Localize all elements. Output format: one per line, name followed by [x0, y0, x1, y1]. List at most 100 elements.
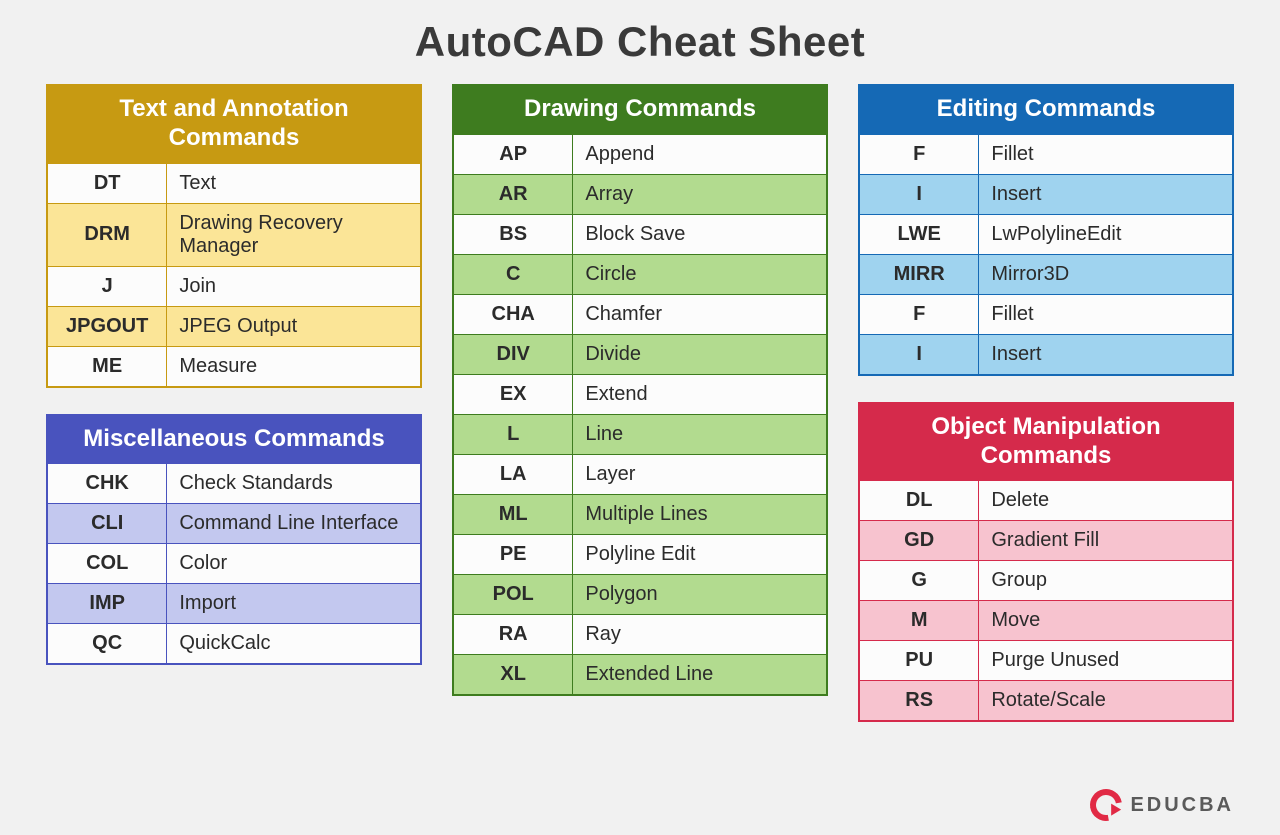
command-shortcut: F [860, 134, 979, 174]
command-description: Ray [573, 614, 827, 654]
table-drawing: APAppendARArrayBSBlock SaveCCircleCHACha… [453, 134, 827, 695]
command-shortcut: JPGOUT [48, 306, 167, 346]
card-header: Text and Annotation Commands [47, 85, 421, 163]
table-row: PUPurge Unused [860, 641, 1233, 681]
command-description: Purge Unused [979, 641, 1233, 681]
command-shortcut: EX [454, 374, 573, 414]
card-header: Drawing Commands [453, 85, 827, 134]
table-row: LALayer [454, 454, 827, 494]
command-description: Check Standards [167, 464, 421, 504]
command-shortcut: BS [454, 214, 573, 254]
command-description: Measure [167, 346, 421, 386]
columns: Text and Annotation Commands DTTextDRMDr… [46, 84, 1234, 722]
command-description: Command Line Interface [167, 504, 421, 544]
table-row: GDGradient Fill [860, 521, 1233, 561]
command-description: Layer [573, 454, 827, 494]
command-description: Circle [573, 254, 827, 294]
card-object-manipulation: Object Manipulation Commands DLDeleteGDG… [858, 402, 1234, 723]
command-shortcut: G [860, 561, 979, 601]
table-row: CCircle [454, 254, 827, 294]
brand-logo: EDUCBA [1090, 789, 1234, 821]
command-shortcut: MIRR [860, 254, 979, 294]
card-header: Object Manipulation Commands [859, 403, 1233, 481]
command-shortcut: CHA [454, 294, 573, 334]
command-description: Block Save [573, 214, 827, 254]
command-shortcut: CHK [48, 464, 167, 504]
table-row: DTText [48, 163, 421, 203]
table-row: IMPImport [48, 584, 421, 624]
command-description: Divide [573, 334, 827, 374]
table-row: CLICommand Line Interface [48, 504, 421, 544]
command-shortcut: C [454, 254, 573, 294]
table-row: DLDelete [860, 481, 1233, 521]
command-shortcut: DT [48, 163, 167, 203]
command-shortcut: I [860, 334, 979, 374]
table-row: POLPolygon [454, 574, 827, 614]
command-shortcut: AR [454, 174, 573, 214]
command-description: Append [573, 134, 827, 174]
command-shortcut: I [860, 174, 979, 214]
command-description: Text [167, 163, 421, 203]
command-description: Insert [979, 174, 1233, 214]
command-shortcut: XL [454, 654, 573, 694]
card-text-annotation: Text and Annotation Commands DTTextDRMDr… [46, 84, 422, 388]
table-row: CHKCheck Standards [48, 464, 421, 504]
table-row: LLine [454, 414, 827, 454]
table-row: FFillet [860, 134, 1233, 174]
table-row: IInsert [860, 334, 1233, 374]
command-shortcut: ME [48, 346, 167, 386]
table-object-manipulation: DLDeleteGDGradient FillGGroupMMovePUPurg… [859, 480, 1233, 721]
command-description: Polyline Edit [573, 534, 827, 574]
card-editing: Editing Commands FFilletIInsertLWELwPoly… [858, 84, 1234, 376]
table-row: EXExtend [454, 374, 827, 414]
table-row: FFillet [860, 294, 1233, 334]
command-description: Polygon [573, 574, 827, 614]
command-description: Color [167, 544, 421, 584]
command-description: Array [573, 174, 827, 214]
table-row: GGroup [860, 561, 1233, 601]
command-shortcut: M [860, 601, 979, 641]
table-row: DRMDrawing Recovery Manager [48, 203, 421, 266]
command-description: Rotate/Scale [979, 681, 1233, 721]
command-description: Fillet [979, 294, 1233, 334]
command-shortcut: RA [454, 614, 573, 654]
table-row: BSBlock Save [454, 214, 827, 254]
column-middle: Drawing Commands APAppendARArrayBSBlock … [452, 84, 828, 722]
command-shortcut: AP [454, 134, 573, 174]
command-description: Move [979, 601, 1233, 641]
command-shortcut: L [454, 414, 573, 454]
command-shortcut: DIV [454, 334, 573, 374]
command-description: Fillet [979, 134, 1233, 174]
command-shortcut: RS [860, 681, 979, 721]
table-row: JPGOUTJPEG Output [48, 306, 421, 346]
command-shortcut: PU [860, 641, 979, 681]
command-description: Drawing Recovery Manager [167, 203, 421, 266]
table-row: QCQuickCalc [48, 624, 421, 664]
card-misc: Miscellaneous Commands CHKCheck Standard… [46, 414, 422, 666]
table-row: CHAChamfer [454, 294, 827, 334]
table-row: MMove [860, 601, 1233, 641]
command-shortcut: PE [454, 534, 573, 574]
command-shortcut: CLI [48, 504, 167, 544]
command-shortcut: DRM [48, 203, 167, 266]
command-shortcut: POL [454, 574, 573, 614]
brand-name: EDUCBA [1130, 794, 1234, 817]
command-description: Join [167, 266, 421, 306]
column-left: Text and Annotation Commands DTTextDRMDr… [46, 84, 422, 722]
command-description: Insert [979, 334, 1233, 374]
column-right: Editing Commands FFilletIInsertLWELwPoly… [858, 84, 1234, 722]
command-shortcut: GD [860, 521, 979, 561]
command-description: LwPolylineEdit [979, 214, 1233, 254]
command-description: Group [979, 561, 1233, 601]
command-description: JPEG Output [167, 306, 421, 346]
table-row: XLExtended Line [454, 654, 827, 694]
card-drawing: Drawing Commands APAppendARArrayBSBlock … [452, 84, 828, 696]
table-row: ARArray [454, 174, 827, 214]
table-row: APAppend [454, 134, 827, 174]
command-description: Mirror3D [979, 254, 1233, 294]
command-description: Gradient Fill [979, 521, 1233, 561]
card-header: Miscellaneous Commands [47, 415, 421, 464]
command-description: Extend [573, 374, 827, 414]
table-row: LWELwPolylineEdit [860, 214, 1233, 254]
command-shortcut: LA [454, 454, 573, 494]
